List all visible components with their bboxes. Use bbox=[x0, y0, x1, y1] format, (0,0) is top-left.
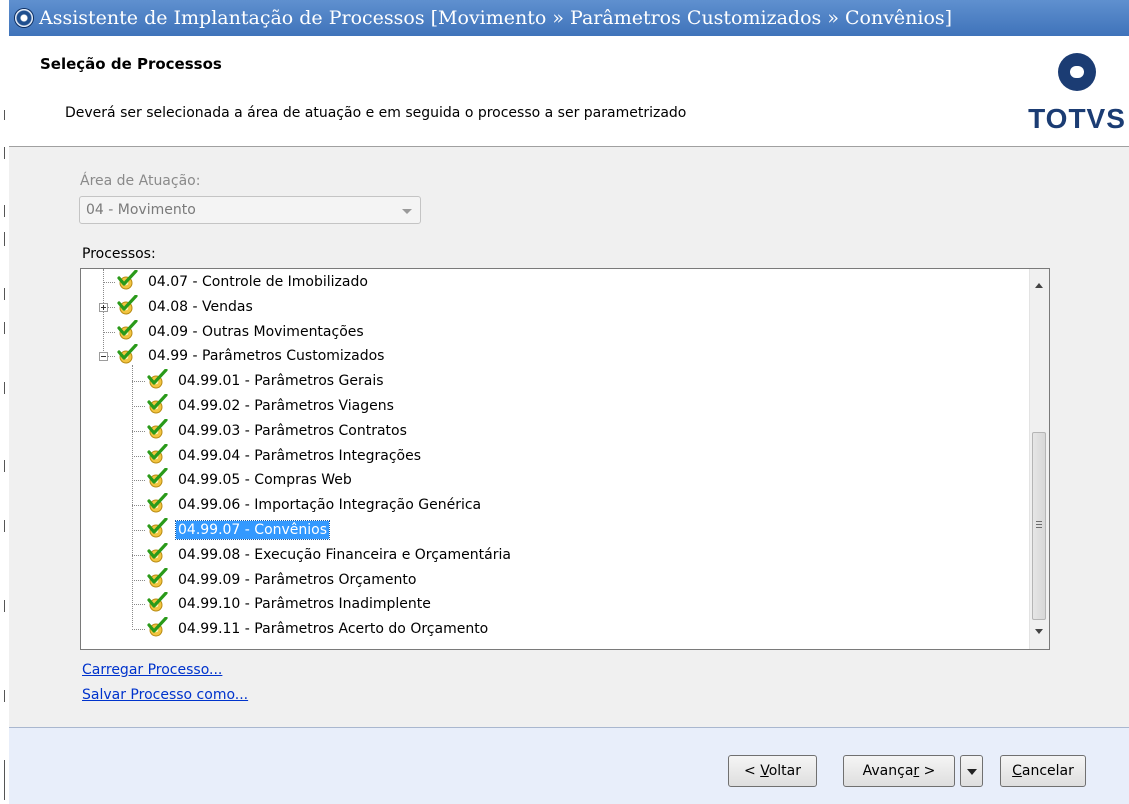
scroll-up-icon[interactable] bbox=[1035, 283, 1043, 288]
next-options-button[interactable] bbox=[960, 755, 983, 787]
area-select-value: 04 - Movimento bbox=[86, 202, 196, 218]
tree-item-label: 04.99.10 - Parâmetros Inadimplente bbox=[178, 596, 431, 613]
collapse-icon[interactable] bbox=[99, 352, 108, 362]
step-title: Seleção de Processos bbox=[40, 55, 222, 73]
tree-item-label: 04.99.06 - Importação Integração Genéric… bbox=[178, 497, 482, 514]
tree-guide bbox=[132, 381, 145, 383]
chevron-down-icon bbox=[967, 769, 977, 775]
tree-guide bbox=[132, 604, 145, 606]
save-process-as-link[interactable]: Salvar Processo como... bbox=[82, 687, 248, 703]
tree-item[interactable]: 04.99.04 - Parâmetros Integrações bbox=[145, 442, 423, 468]
window-title: Assistente de Implantação de Processos [… bbox=[39, 7, 953, 29]
tree-item[interactable]: 04.99.11 - Parâmetros Acerto do Orçament… bbox=[145, 616, 490, 641]
tree-guide bbox=[132, 455, 145, 457]
tree-item[interactable]: 04.99 - Parâmetros Customizados bbox=[115, 343, 386, 368]
scroll-down-icon[interactable] bbox=[1035, 629, 1043, 634]
tree-guide bbox=[132, 406, 145, 407]
tree-item[interactable]: 04.99.02 - Parâmetros Viagens bbox=[145, 393, 396, 418]
area-label: Área de Atuação: bbox=[80, 173, 201, 189]
process-check-icon bbox=[145, 591, 171, 612]
process-check-icon bbox=[145, 393, 171, 414]
tree-item[interactable]: 04.07 - Controle de Imobilizado bbox=[115, 269, 370, 294]
process-check-icon bbox=[145, 492, 171, 513]
tree-item-label: 04.99.01 - Parâmetros Gerais bbox=[178, 373, 384, 390]
wizard-window: Assistente de Implantação de Processos [… bbox=[9, 0, 1129, 804]
tree-item[interactable]: 04.99.10 - Parâmetros Inadimplente bbox=[145, 591, 433, 616]
process-check-icon bbox=[145, 467, 171, 488]
process-check-icon bbox=[115, 269, 141, 290]
tree-item-label: 04.99.04 - Parâmetros Integrações bbox=[178, 447, 422, 464]
tree-scrollbar[interactable] bbox=[1029, 269, 1049, 649]
tree-item-label: 04.99.05 - Compras Web bbox=[178, 472, 352, 489]
tree-item-label: 04.99.07 - Convênios bbox=[174, 520, 331, 540]
tree-guide bbox=[132, 554, 145, 556]
tree-guide bbox=[132, 629, 145, 631]
tree-guide bbox=[132, 579, 145, 581]
chevron-down-icon bbox=[402, 209, 412, 214]
tree-guide bbox=[132, 530, 145, 531]
tree-item[interactable]: 04.99.05 - Compras Web bbox=[145, 467, 354, 492]
process-check-icon bbox=[145, 542, 171, 563]
scroll-thumb[interactable] bbox=[1032, 432, 1046, 620]
window-titlebar[interactable]: Assistente de Implantação de Processos [… bbox=[9, 0, 1129, 36]
processes-tree[interactable]: 04.07 - Controle de Imobilizado 04.08 - V… bbox=[80, 268, 1050, 650]
totvs-logo-icon bbox=[1058, 53, 1096, 91]
process-check-icon bbox=[115, 294, 141, 315]
tree-guide bbox=[132, 505, 145, 507]
back-button[interactable]: < Voltar bbox=[728, 755, 817, 787]
logo-text: TOTVS bbox=[1028, 103, 1126, 134]
tree-item-label: 04.99.03 - Parâmetros Contratos bbox=[178, 422, 407, 439]
tree-guide bbox=[132, 430, 145, 432]
load-process-link[interactable]: Carregar Processo... bbox=[82, 662, 222, 678]
process-check-icon bbox=[145, 517, 171, 538]
totvs-logo: TOTVS bbox=[1027, 52, 1127, 144]
tree-guide bbox=[103, 331, 115, 333]
processes-label: Processos: bbox=[82, 246, 156, 262]
app-icon bbox=[15, 9, 33, 27]
tree-item[interactable]: 04.08 - Vendas bbox=[115, 294, 255, 319]
tree-item[interactable]: 04.99.08 - Execução Financeira e Orçamen… bbox=[145, 542, 513, 567]
tree-item-label: 04.99.09 - Parâmetros Orçamento bbox=[178, 571, 417, 588]
wizard-footer: < Voltar Avançar > Cancelar bbox=[9, 727, 1129, 804]
tree-item-label: 04.99.08 - Execução Financeira e Orçamen… bbox=[178, 546, 511, 563]
tree-item-label: 04.99.02 - Parâmetros Viagens bbox=[178, 398, 394, 414]
tree-item-label: 04.08 - Vendas bbox=[148, 298, 253, 315]
cancel-button[interactable]: Cancelar bbox=[1000, 755, 1086, 787]
wizard-content: Área de Atuação: 04 - Movimento Processo… bbox=[9, 147, 1129, 727]
tree-item[interactable]: 04.99.01 - Parâmetros Gerais bbox=[145, 368, 386, 393]
process-check-icon bbox=[145, 616, 171, 637]
process-check-icon bbox=[145, 442, 171, 464]
expand-icon[interactable] bbox=[99, 302, 108, 312]
tree-item-label: 04.99 - Parâmetros Customizados bbox=[148, 348, 385, 365]
tree-item-label: 04.07 - Controle de Imobilizado bbox=[148, 274, 368, 290]
process-check-icon bbox=[145, 418, 171, 439]
tree-item[interactable]: 04.99.07 - Convênios bbox=[145, 517, 331, 542]
tree-guide bbox=[132, 365, 133, 627]
step-description: Deverá ser selecionada a área de atuação… bbox=[65, 105, 687, 121]
area-select[interactable]: 04 - Movimento bbox=[79, 196, 421, 224]
tree-guide bbox=[132, 480, 145, 482]
tree-item[interactable]: 04.99.09 - Parâmetros Orçamento bbox=[145, 566, 418, 592]
next-button[interactable]: Avançar > bbox=[843, 755, 955, 787]
wizard-header: Seleção de Processos Deverá ser selecion… bbox=[9, 36, 1129, 147]
process-check-icon bbox=[115, 318, 141, 340]
tree-item[interactable]: 04.99.03 - Parâmetros Contratos bbox=[145, 418, 409, 443]
tree-item-label: 04.99.11 - Parâmetros Acerto do Orçament… bbox=[178, 621, 489, 638]
tree-item-label: 04.09 - Outras Movimentações bbox=[148, 323, 364, 340]
tree-item[interactable]: 04.09 - Outras Movimentações bbox=[115, 318, 366, 344]
process-check-icon bbox=[115, 343, 141, 364]
tree-guide bbox=[103, 282, 115, 283]
tree-item[interactable]: 04.99.06 - Importação Integração Genéric… bbox=[145, 492, 483, 517]
process-check-icon bbox=[145, 566, 171, 588]
process-check-icon bbox=[145, 368, 171, 389]
